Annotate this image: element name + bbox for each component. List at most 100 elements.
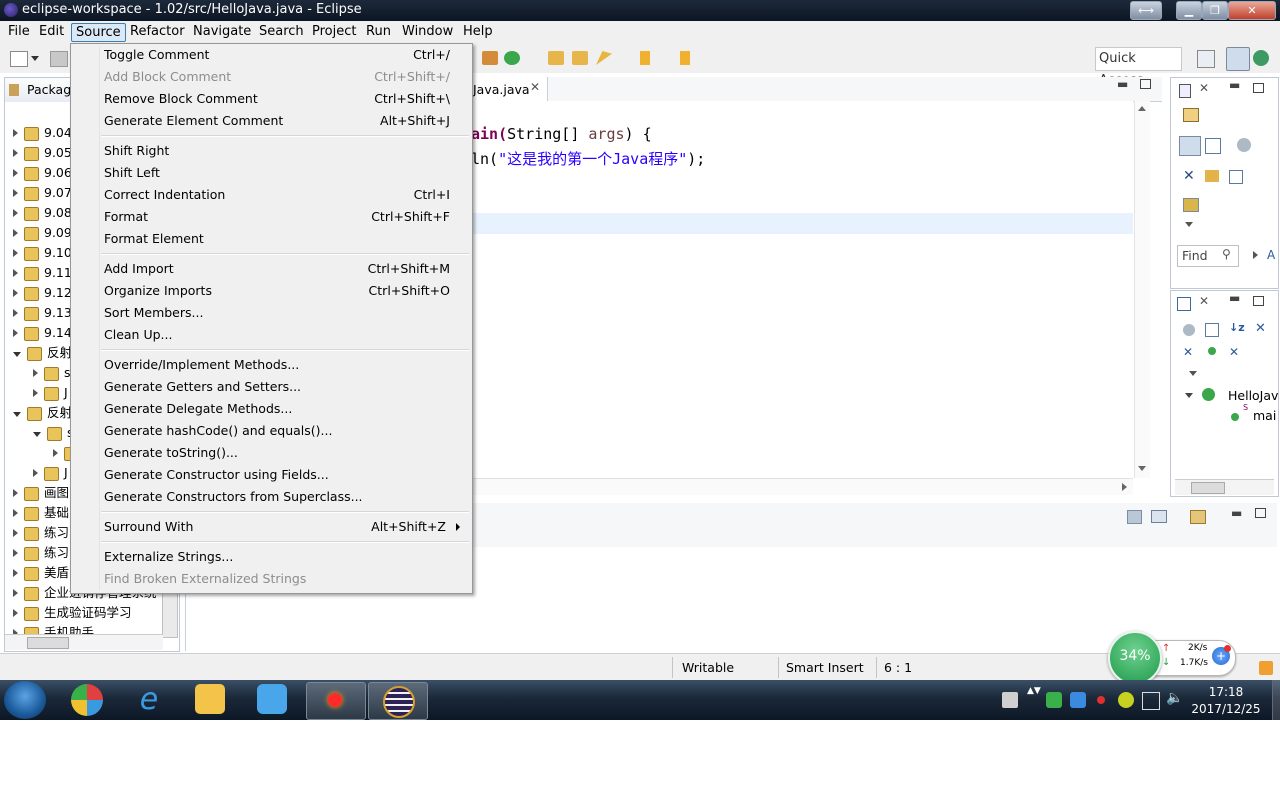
taskbar-app-360[interactable] — [58, 682, 116, 718]
menu-item-shift-right[interactable]: Shift Right — [73, 140, 470, 162]
hide-public-icon[interactable] — [1208, 347, 1216, 355]
tree-row[interactable]: 9.05 — [13, 143, 72, 163]
menu-item-override-implement-methods[interactable]: Override/Implement Methods... — [73, 354, 470, 376]
editor-horizontal-scrollbar[interactable] — [471, 478, 1133, 495]
keyboard-tray-icon[interactable] — [1002, 692, 1018, 708]
tree-expand-arrow-icon[interactable] — [13, 329, 18, 337]
menu-project[interactable]: Project — [308, 23, 360, 40]
menu-search[interactable]: Search — [255, 23, 308, 40]
menu-item-clean-up[interactable]: Clean Up... — [73, 324, 470, 346]
menu-item-generate-hashcode-and-equals[interactable]: Generate hashCode() and equals()... — [73, 420, 470, 442]
collapse-outline-icon[interactable] — [1205, 323, 1219, 337]
view-menu-icon[interactable] — [1185, 222, 1193, 227]
repository-icon[interactable] — [1183, 198, 1199, 212]
record-tray-icon[interactable] — [1097, 696, 1105, 704]
open-task-icon[interactable] — [572, 51, 588, 65]
categorized-icon[interactable] — [1179, 136, 1201, 156]
tree-row[interactable]: J — [33, 463, 68, 483]
menu-item-externalize-strings[interactable]: Externalize Strings... — [73, 546, 470, 568]
tree-expand-arrow-icon[interactable] — [13, 229, 18, 237]
task-list-icon[interactable] — [1179, 84, 1191, 98]
tree-expand-arrow-icon[interactable] — [13, 589, 18, 597]
new-class-icon[interactable] — [504, 51, 520, 65]
tree-expand-arrow-icon[interactable] — [13, 249, 18, 257]
show-desktop-button[interactable] — [1272, 680, 1280, 720]
tree-expand-arrow-icon[interactable] — [13, 549, 18, 557]
tree-row[interactable]: 美盾 — [13, 563, 69, 583]
code-editor[interactable]: ain(String[] args) { ln("这是我的第一个Java程序")… — [471, 101, 1133, 478]
menu-run[interactable]: Run — [362, 23, 395, 40]
memory-usage-gauge[interactable]: 34% — [1108, 631, 1162, 685]
tree-expand-arrow-icon[interactable] — [13, 209, 18, 217]
tree-expand-arrow-icon[interactable] — [13, 509, 18, 517]
editor-maximize-icon[interactable] — [1140, 79, 1151, 89]
menu-item-format-element[interactable]: Format Element — [73, 228, 470, 250]
tree-expand-arrow-icon[interactable] — [13, 169, 18, 177]
tree-expand-arrow-icon[interactable] — [33, 389, 38, 397]
tree-expand-arrow-icon[interactable] — [13, 412, 21, 417]
start-button-icon[interactable] — [4, 681, 46, 719]
tray-expand-icon[interactable]: ▲▼ — [1027, 686, 1041, 696]
network-monitor-widget[interactable]: 34% ↑ 2K/s ↓ 1.7K/s + — [1108, 631, 1236, 685]
tree-row[interactable]: 9.11 — [13, 263, 72, 283]
close-outline-icon[interactable]: ✕ — [1199, 294, 1209, 308]
tree-expand-arrow-icon[interactable] — [13, 189, 18, 197]
scroll-right-icon[interactable] — [1122, 483, 1127, 491]
tree-row[interactable]: 9.06 — [13, 163, 72, 183]
task-list-maximize-icon[interactable] — [1253, 83, 1264, 93]
editor-vertical-scrollbar[interactable] — [1134, 101, 1150, 478]
tree-expand-arrow-icon[interactable] — [13, 489, 18, 497]
menu-item-shift-left[interactable]: Shift Left — [73, 162, 470, 184]
hide-local-types-icon[interactable]: ✕ — [1229, 345, 1239, 359]
new-icon[interactable] — [10, 51, 28, 67]
tree-row[interactable]: 9.08 — [13, 203, 72, 223]
tree-row[interactable]: 9.13 — [13, 303, 72, 323]
tree-row[interactable]: 反射 — [13, 403, 72, 423]
console-minimize-icon[interactable]: ▬ — [1231, 506, 1242, 520]
status-insert-mode[interactable]: Smart Insert — [786, 659, 864, 676]
menu-item-sort-members[interactable]: Sort Members... — [73, 302, 470, 324]
tree-vertical-scrollbar[interactable] — [162, 592, 178, 638]
menu-item-generate-tostring[interactable]: Generate toString()... — [73, 442, 470, 464]
collapse-all-icon[interactable] — [1229, 170, 1243, 184]
editor-tab[interactable]: Java.java ✕ — [471, 77, 548, 101]
tree-expand-arrow-icon[interactable] — [13, 569, 18, 577]
tree-row[interactable]: s — [33, 363, 71, 383]
sort-az-icon[interactable]: ↓z — [1229, 321, 1245, 334]
tree-row[interactable]: J — [33, 383, 68, 403]
task-list-minimize-icon[interactable]: ▬ — [1229, 78, 1240, 92]
console-maximize-icon[interactable] — [1255, 508, 1266, 518]
menu-item-correct-indentation[interactable]: Correct Indentation Ctrl+I — [73, 184, 470, 206]
taskbar-baidu[interactable] — [244, 682, 302, 718]
tree-row[interactable]: 基础 — [13, 503, 69, 523]
pin-console-icon[interactable] — [1127, 510, 1142, 524]
sync-tray-icon[interactable] — [1070, 692, 1086, 708]
find-field[interactable]: Find ⚲ — [1177, 245, 1239, 267]
tree-row[interactable]: s — [33, 423, 74, 443]
outline-minimize-icon[interactable]: ▬ — [1229, 291, 1240, 305]
menu-navigate[interactable]: Navigate — [189, 23, 255, 40]
tree-expand-arrow-icon[interactable] — [13, 149, 18, 157]
menu-item-generate-getters-and-setters[interactable]: Generate Getters and Setters... — [73, 376, 470, 398]
menu-file[interactable]: File — [4, 23, 34, 40]
menu-item-add-import[interactable]: Add Import Ctrl+Shift+M — [73, 258, 470, 280]
new-dropdown-icon[interactable] — [31, 56, 39, 61]
find-expand-icon[interactable] — [1253, 251, 1258, 259]
tree-horizontal-scrollbar[interactable] — [5, 634, 163, 650]
outline-view-menu-icon[interactable] — [1189, 371, 1197, 376]
java-perspective-icon[interactable] — [1226, 47, 1250, 71]
menu-item-find-broken-externalized-strings[interactable]: Find Broken Externalized Strings — [73, 568, 470, 590]
tree-row[interactable]: 9.09 — [13, 223, 72, 243]
taskbar-recorder[interactable] — [306, 682, 366, 720]
tree-hscroll-thumb[interactable] — [27, 637, 69, 649]
volume-icon[interactable]: 🔈 — [1166, 690, 1183, 706]
window-restore-arrows-button[interactable]: ⟷ — [1130, 1, 1162, 20]
menu-refactor[interactable]: Refactor — [126, 23, 189, 40]
tree-row[interactable]: 9.10 — [13, 243, 72, 263]
debug-perspective-icon[interactable] — [1253, 50, 1269, 66]
outline-class-name[interactable]: HelloJav — [1228, 388, 1278, 403]
tree-expand-arrow-icon[interactable] — [13, 309, 18, 317]
close-task-list-icon[interactable]: ✕ — [1199, 81, 1209, 95]
new-task-icon[interactable] — [1183, 108, 1199, 122]
window-close-button[interactable]: ✕ — [1228, 1, 1276, 20]
